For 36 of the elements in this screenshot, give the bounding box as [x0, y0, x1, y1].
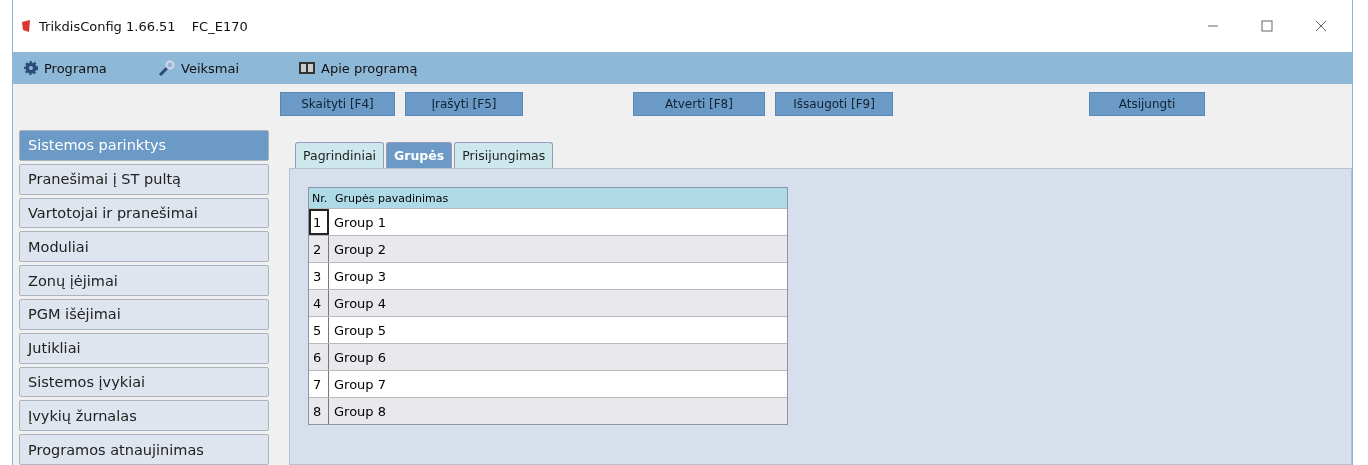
table-cell[interactable]: Group 6 [329, 344, 787, 370]
sidebar-item[interactable]: Jutikliai [19, 332, 269, 364]
menu-item[interactable]: Programa [44, 60, 107, 76]
sidebar-item[interactable]: Vartotojai ir pranešimai [19, 197, 269, 229]
toolbar-button[interactable]: Atsijungti [1089, 92, 1205, 116]
menu-item[interactable]: Veiksmai [181, 60, 240, 76]
row-number-cell: 1 [309, 209, 329, 235]
table-cell[interactable]: Group 7 [329, 371, 787, 397]
sidebar-item[interactable]: PGM išėjimai [19, 299, 269, 330]
row-number-cell: 8 [309, 398, 329, 424]
tab[interactable]: Pagrindiniai [295, 142, 385, 168]
sidebar-item[interactable]: Moduliai [19, 231, 269, 263]
toolbar-button[interactable]: Įrašyti [F5] [405, 92, 523, 116]
device-name: FC_E170 [191, 18, 248, 34]
table-cell[interactable]: Group 4 [329, 290, 787, 316]
sidebar-item[interactable]: Pranešimai į ST pultą [19, 163, 269, 195]
sidebar-item[interactable]: Zonų įėjimai [19, 265, 269, 296]
toolbar-button[interactable]: Skaityti [F4] [280, 92, 395, 116]
table-cell[interactable]: Group 2 [329, 236, 787, 262]
table-cell[interactable]: Group 1 [329, 209, 787, 235]
gear-icon [23, 60, 39, 76]
toolbar-button[interactable]: Išsaugoti [F9] [775, 92, 893, 116]
window-title: TrikdisConfig 1.66.51 [39, 18, 176, 34]
column-header: Grupės pavadinimas [335, 191, 449, 205]
book-icon [298, 61, 316, 75]
table-cell[interactable]: Group 3 [329, 263, 787, 289]
sidebar-item[interactable]: Programos atnaujinimas [19, 434, 269, 465]
column-header: Nr. [312, 191, 328, 205]
menu-item[interactable]: Apie programą [321, 60, 418, 76]
table-cell[interactable]: Group 5 [329, 317, 787, 343]
app-logo-icon [21, 19, 31, 33]
sidebar-item[interactable]: Sistemos įvykiai [19, 366, 269, 398]
toolbar-button[interactable]: Atverti [F8] [633, 92, 765, 116]
tab[interactable]: Prisijungimas [454, 142, 554, 168]
sidebar-item[interactable]: Įvykių žurnalas [19, 400, 269, 432]
table-cell[interactable]: Group 8 [329, 398, 787, 424]
